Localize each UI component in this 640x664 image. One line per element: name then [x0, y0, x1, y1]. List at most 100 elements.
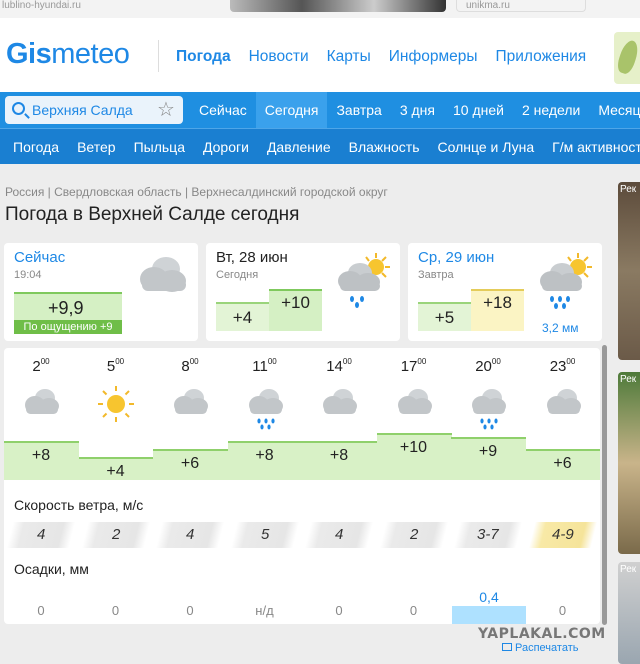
cloudy-icon — [21, 386, 61, 423]
hour-label: 200 — [32, 357, 50, 375]
print-link[interactable]: Распечатать — [502, 642, 578, 654]
subnav-item[interactable]: Дороги — [194, 129, 258, 164]
gismeteo-logo[interactable]: Gismeteo — [6, 38, 130, 71]
hour-temperature: +6 — [553, 455, 572, 472]
hour-label: 500 — [106, 357, 125, 375]
precip-value: 0 — [335, 603, 343, 618]
period-tabs: Сейчас Сегодня Завтра 3 дня 10 дней 2 недели М… — [190, 92, 640, 128]
subnav-item[interactable]: Ветер — [68, 129, 125, 164]
precip-label: Осадки, мм — [14, 561, 89, 577]
now-temp-box: +9,9 По ощущению +9 — [14, 292, 122, 334]
today-min-temp: +4 — [216, 302, 269, 331]
card-now-time: 19:04 — [14, 269, 42, 281]
hour-temperature: +8 — [31, 447, 51, 464]
card-today[interactable]: Вт, 28 июн Сегодня +4 +10 — [206, 243, 400, 341]
hour-temperature: +8 — [329, 447, 349, 464]
card-tomorrow-date: Ср, 29 июн — [418, 249, 495, 266]
tab-item[interactable]: Сегодня — [255, 92, 328, 128]
top-ad-strip: lublino-hyundai.ru unikma.ru — [0, 0, 640, 18]
card-tomorrow[interactable]: Ср, 29 июн Завтра +5 +18 3,2 мм — [408, 243, 602, 341]
tomorrow-precip: 3,2 мм — [542, 321, 579, 335]
subnav-item[interactable]: Погода — [4, 129, 68, 164]
city-search[interactable]: ☆ — [5, 96, 183, 124]
side-ad-1[interactable]: Рек — [618, 182, 640, 360]
hour-label: 1100 — [252, 357, 277, 375]
now-temperature: +9,9 — [48, 298, 84, 318]
cloudy-icon — [170, 386, 210, 423]
main-nav-item[interactable]: Новости — [249, 48, 309, 66]
card-today-date: Вт, 28 июн — [216, 249, 288, 266]
favorite-star-icon[interactable]: ☆ — [157, 98, 175, 122]
tab-item[interactable]: Месяц — [589, 92, 640, 128]
precip-value: 0,4 — [479, 589, 499, 605]
feels-like: По ощущению +9 — [14, 320, 122, 334]
card-today-sub: Сегодня — [216, 269, 259, 281]
breadcrumb[interactable]: Россия | Свердловская область | Верхнеса… — [5, 185, 388, 199]
cloudy-icon — [140, 257, 186, 292]
ad-link-right[interactable]: unikma.ru — [466, 0, 510, 11]
hour-label: 800 — [181, 357, 199, 375]
hour-label: 2000 — [475, 357, 501, 375]
subnav-item[interactable]: Влажность — [340, 129, 429, 164]
tab-item[interactable]: Завтра — [327, 92, 390, 128]
subnav-item[interactable]: Давление — [258, 129, 340, 164]
precip-value: 0 — [186, 603, 194, 618]
partly-cloudy-rain-icon — [338, 253, 390, 308]
scrollbar[interactable] — [602, 345, 607, 625]
tomorrow-min-temp: +5 — [418, 302, 471, 331]
hour-temperature: +6 — [180, 455, 200, 472]
search-icon — [12, 102, 25, 115]
cloud-rain-icon — [468, 386, 508, 437]
cloudy-icon — [319, 386, 359, 423]
today-max-temp: +10 — [269, 289, 322, 331]
page-title: Погода в Верхней Салде сегодня — [5, 204, 300, 225]
wind-label: Скорость ветра, м/с — [14, 497, 144, 513]
wind-speed: 4 — [155, 522, 225, 548]
wind-speed: 2 — [379, 522, 448, 548]
main-nav: Погода Новости Карты Информеры Приложения — [176, 48, 586, 66]
tab-item[interactable]: 2 недели — [513, 92, 589, 128]
ad-link-left[interactable]: lublino-hyundai.ru — [2, 0, 81, 11]
wind-speed: 4-9 — [528, 522, 597, 548]
subnav-item[interactable]: Солнце и Луна — [429, 129, 544, 164]
side-ad-3[interactable]: Рек — [618, 562, 640, 664]
partly-cloudy-rain-icon — [540, 253, 592, 309]
printer-icon — [502, 643, 512, 651]
hour-temperature: +4 — [106, 463, 125, 480]
tab-item[interactable]: 10 дней — [444, 92, 513, 128]
precip-value: 0 — [558, 603, 567, 618]
tab-item[interactable]: Сейчас — [190, 92, 256, 128]
sunny-icon — [96, 384, 136, 429]
wind-speed: 2 — [81, 522, 150, 548]
wind-speed: 5 — [230, 522, 299, 548]
period-tab-bar: ☆ СейчасСегодняЗавтра3 дня10 дней2 недел… — [0, 92, 640, 128]
side-ad-2[interactable]: Рек — [618, 372, 640, 554]
main-nav-item[interactable]: Информеры — [389, 48, 478, 66]
tab-item[interactable]: 3 дня — [391, 92, 444, 128]
card-now[interactable]: Сейчас 19:04 +9,9 По ощущению +9 — [4, 243, 198, 341]
cloudy-icon — [394, 386, 434, 423]
main-nav-item[interactable]: Карты — [327, 48, 371, 66]
hour-temperature: +8 — [255, 447, 274, 464]
precip-value: н/д — [255, 603, 274, 618]
main-nav-item[interactable]: Погода — [176, 48, 231, 66]
ad-image[interactable] — [230, 0, 446, 12]
main-nav-item[interactable]: Приложения — [496, 48, 587, 66]
subnav-item[interactable]: Пыльца — [125, 129, 194, 164]
hour-temperature: +10 — [399, 439, 428, 456]
subnav-item[interactable]: Г/м активност — [543, 129, 640, 164]
cloud-rain-icon — [245, 386, 285, 437]
sub-nav: Погода Ветер Пыльца Дороги Давление Влажность… — [0, 128, 640, 164]
wind-speed: 4 — [6, 522, 76, 548]
wind-speed: 3-7 — [453, 522, 523, 548]
hourly-forecast: Скорость ветра, м/с Осадки, мм 200 +8 4 0 50… — [4, 348, 600, 624]
header-ad[interactable] — [614, 32, 640, 84]
wind-speed: 4 — [304, 522, 374, 548]
header-divider — [158, 40, 159, 72]
precip-value: 0 — [37, 603, 45, 618]
card-tomorrow-sub: Завтра — [418, 269, 454, 281]
search-input[interactable] — [32, 99, 154, 121]
precip-bar — [452, 606, 526, 624]
card-now-label: Сейчас — [14, 249, 66, 266]
hour-temperature: +9 — [478, 443, 498, 460]
